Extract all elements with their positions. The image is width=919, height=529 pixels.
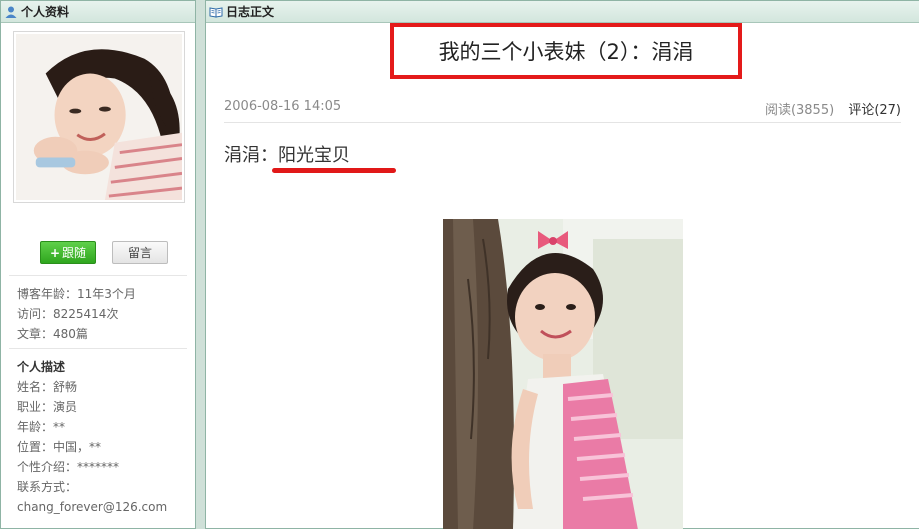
post-title-text: 我的三个小表妹（2）：涓涓 <box>438 40 694 64</box>
avatar[interactable] <box>13 31 185 203</box>
description-title: 个人描述 <box>17 360 66 374</box>
body-prefix: 涓涓： <box>224 145 278 166</box>
post-meta: 阅读(3855) 评论(27) <box>765 99 901 118</box>
profile-email[interactable]: chang_forever@126.com <box>17 497 167 517</box>
post-title: 我的三个小表妹（2）：涓涓 <box>390 23 742 79</box>
journal-panel: 日志正文 我的三个小表妹（2）：涓涓 2006-08-16 14:05 阅读(3… <box>205 0 919 529</box>
body-highlight: 阳光宝贝 <box>278 145 350 166</box>
leave-message-label: 留言 <box>127 246 152 260</box>
follow-button[interactable]: + 跟随 <box>40 241 96 264</box>
profile-panel-title: 个人资料 <box>21 5 70 19</box>
blog-age: 博客年龄：11年3个月 <box>17 287 136 301</box>
divider <box>9 275 187 276</box>
profile-panel-header: 个人资料 <box>1 1 195 23</box>
profile-panel: 个人资料 + 跟随 留言 博客年龄：11年3个月 访问：8225414次 文章：… <box>0 0 196 529</box>
journal-panel-header: 日志正文 <box>206 1 919 23</box>
personal-description: 个人描述 姓名：舒畅 职业：演员 年龄：** 位置：中国，** 个性介绍：***… <box>17 357 167 517</box>
article-count: 文章：480篇 <box>17 327 88 341</box>
profile-name: 姓名：舒畅 <box>17 380 78 394</box>
profile-intro: 个性介绍：******* <box>17 460 120 474</box>
profile-job: 职业：演员 <box>17 400 78 414</box>
open-book-icon <box>209 5 223 19</box>
post-photo[interactable] <box>443 219 683 529</box>
red-underline-annotation <box>272 168 396 173</box>
leave-message-button[interactable]: 留言 <box>112 241 168 264</box>
post-date: 2006-08-16 14:05 <box>224 99 342 114</box>
journal-panel-title: 日志正文 <box>226 5 275 19</box>
blog-stats: 博客年龄：11年3个月 访问：8225414次 文章：480篇 <box>17 284 136 344</box>
visit-count: 访问：8225414次 <box>17 307 119 321</box>
post-body-text: 涓涓：阳光宝贝 <box>224 141 350 167</box>
plus-icon: + <box>49 245 61 260</box>
follow-button-label: 跟随 <box>62 246 87 260</box>
divider <box>224 122 901 123</box>
comment-link[interactable]: 评论(27) <box>848 103 901 118</box>
user-icon <box>4 5 18 19</box>
profile-location: 位置：中国，** <box>17 440 102 454</box>
profile-contact: 联系方式： <box>17 480 78 494</box>
profile-age: 年龄：** <box>17 420 66 434</box>
read-count: 阅读(3855) <box>764 103 835 118</box>
divider <box>9 348 187 349</box>
